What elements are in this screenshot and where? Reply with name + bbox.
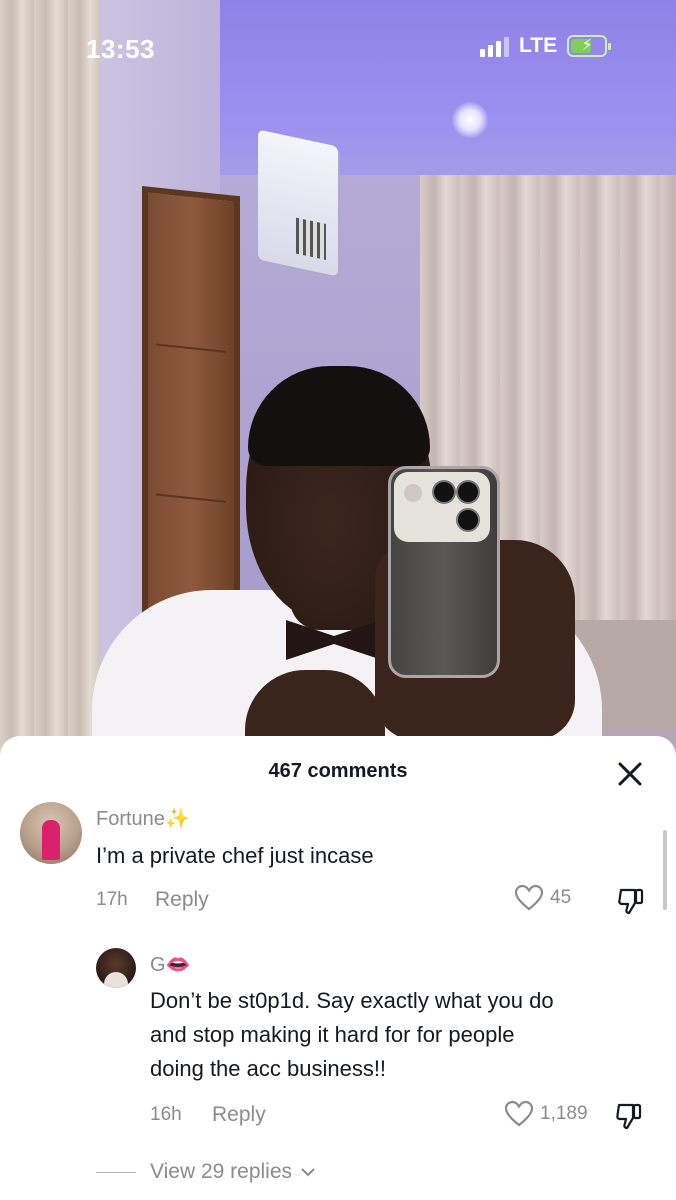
thumbs-down-icon — [616, 1103, 642, 1130]
air-conditioner — [258, 129, 338, 277]
camera-lens — [432, 480, 456, 504]
avatar[interactable] — [96, 948, 136, 988]
flash-icon — [404, 484, 422, 502]
close-icon — [618, 762, 642, 786]
divider — [96, 1171, 136, 1173]
scrollbar[interactable] — [663, 830, 667, 910]
camera-bump — [394, 472, 490, 542]
like-button[interactable]: 45 — [514, 884, 571, 912]
signal-icon — [480, 35, 509, 57]
chevron-down-icon — [301, 1168, 315, 1177]
door — [142, 186, 240, 657]
comments-sheet: 467 comments Fortune✨ I’m a private chef… — [0, 736, 676, 1200]
comment-text: I’m a private chef just incase — [96, 843, 374, 868]
comments-count-title: 467 comments — [268, 760, 408, 782]
dislike-button[interactable] — [614, 1101, 644, 1136]
heart-icon — [504, 1100, 534, 1127]
dislike-button[interactable] — [616, 886, 646, 921]
like-count: 45 — [550, 887, 572, 908]
curtain — [0, 0, 100, 760]
camera-lens — [456, 508, 480, 532]
status-time: 13:53 — [86, 34, 155, 64]
like-button[interactable]: 1,189 — [504, 1100, 588, 1128]
comment-age: 17h — [96, 889, 128, 910]
avatar[interactable] — [20, 802, 82, 864]
reply-button[interactable]: Reply — [155, 888, 209, 912]
video-background[interactable] — [0, 0, 676, 760]
close-button[interactable] — [610, 754, 650, 794]
ceiling-light — [452, 102, 488, 138]
comment-username[interactable]: Fortune✨ — [96, 806, 190, 831]
view-replies-button[interactable]: View 29 replies — [96, 1160, 316, 1184]
battery-charging-icon: ⚡ — [567, 35, 612, 57]
view-replies-label: View 29 replies — [150, 1160, 293, 1183]
comment-age: 16h — [150, 1104, 182, 1125]
status-indicators: LTE ⚡ — [480, 34, 612, 58]
reply-button[interactable]: Reply — [212, 1103, 266, 1127]
thumbs-down-icon — [618, 888, 644, 915]
like-count: 1,189 — [540, 1103, 588, 1124]
comment-username[interactable]: G👄 — [150, 952, 190, 977]
heart-icon — [514, 884, 544, 911]
camera-lens — [456, 480, 480, 504]
comment-text: Don’t be st0p1d. Say exactly what you do… — [150, 988, 554, 1081]
network-type: LTE — [519, 34, 558, 57]
